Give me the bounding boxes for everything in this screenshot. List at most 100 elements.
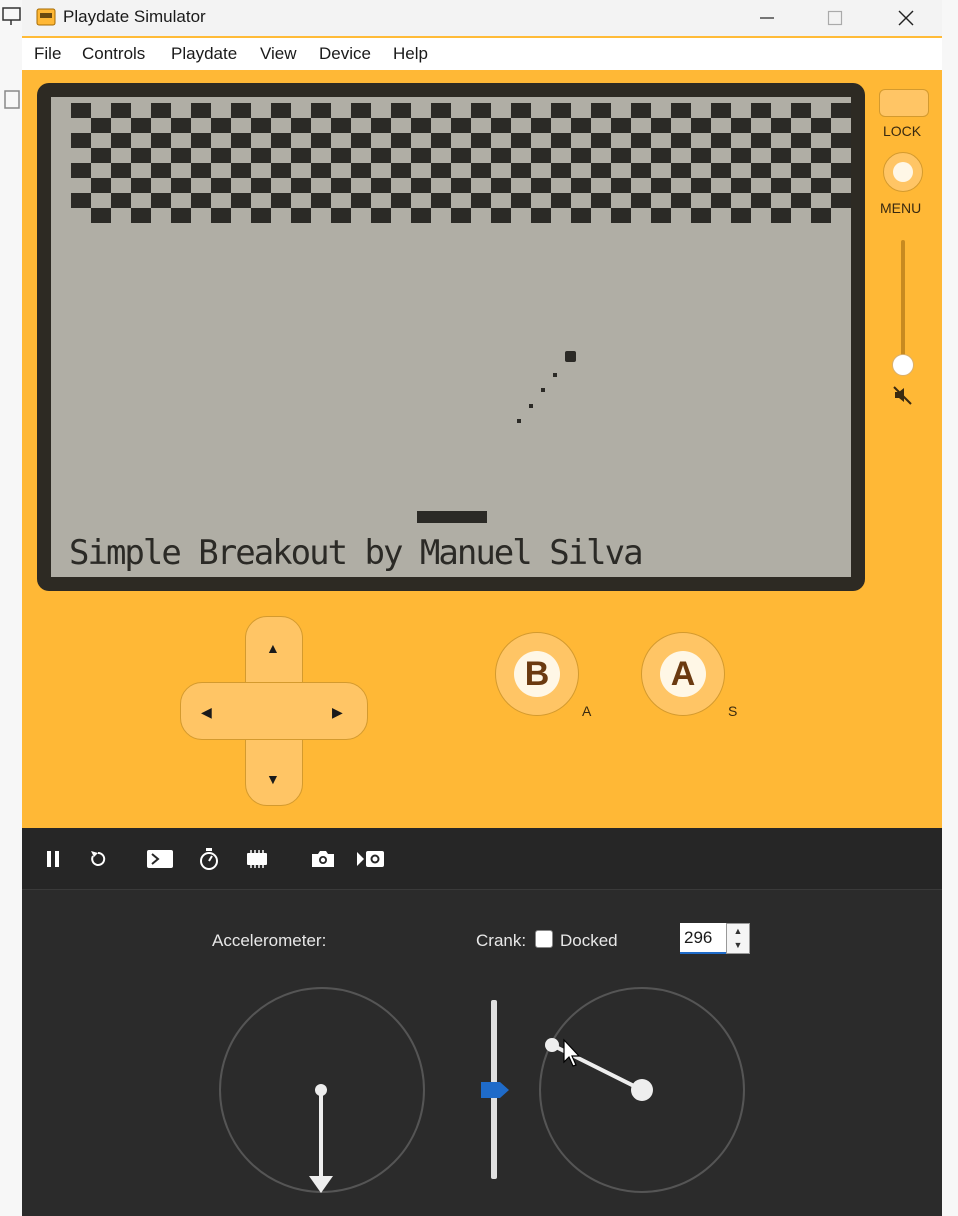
brick	[331, 178, 351, 193]
stopwatch-icon	[200, 848, 218, 870]
a-button-key-hint: S	[728, 703, 738, 719]
crank-speed-slider-thumb[interactable]	[480, 1081, 510, 1099]
brick	[331, 208, 351, 223]
volume-slider[interactable]	[901, 240, 905, 364]
brick	[611, 208, 631, 223]
brick	[691, 118, 711, 133]
brick	[311, 133, 331, 148]
spin-up-icon[interactable]: ▲	[727, 924, 749, 938]
menu-playdate[interactable]: Playdate	[171, 44, 237, 64]
minimize-icon	[760, 17, 774, 19]
crank-angle-spinner[interactable]: ▲ ▼	[726, 923, 750, 954]
brick	[71, 133, 91, 148]
brick	[151, 163, 171, 178]
game-screen[interactable]: Simple Breakout by Manuel Silva	[51, 97, 851, 577]
brick	[391, 133, 411, 148]
brick	[751, 103, 771, 118]
brick	[411, 118, 431, 133]
crank-angle-input[interactable]: 296	[680, 923, 726, 954]
screenshot-button[interactable]	[308, 845, 338, 873]
screenshot-icon	[312, 851, 334, 867]
brick	[111, 133, 131, 148]
brick	[811, 178, 831, 193]
brick	[651, 178, 671, 193]
record-video-icon	[357, 851, 384, 867]
dpad-up-button[interactable]: ▲	[266, 640, 280, 656]
dpad-down-button[interactable]: ▼	[266, 771, 280, 787]
ball-trail	[541, 388, 545, 392]
brick	[551, 163, 571, 178]
close-button[interactable]	[883, 0, 929, 36]
brick	[631, 193, 651, 208]
brick	[191, 103, 211, 118]
minimize-button[interactable]	[744, 0, 790, 36]
brick	[711, 193, 731, 208]
ball-trail	[529, 404, 533, 408]
brick	[151, 193, 171, 208]
menu-device[interactable]: Device	[319, 44, 371, 64]
brick	[171, 208, 191, 223]
brick	[351, 193, 371, 208]
volume-slider-thumb[interactable]	[892, 354, 914, 376]
stopwatch-button[interactable]	[196, 845, 222, 873]
brick	[711, 163, 731, 178]
a-button[interactable]: A	[641, 632, 725, 716]
lock-button[interactable]	[879, 89, 929, 117]
ball-trail	[553, 373, 557, 377]
menu-file[interactable]: File	[34, 44, 61, 64]
pause-button[interactable]	[40, 845, 66, 873]
brick	[751, 193, 771, 208]
restart-button[interactable]	[85, 845, 111, 873]
menu-button[interactable]	[883, 152, 923, 192]
crank-handle[interactable]	[545, 1038, 559, 1052]
b-button-key-hint: A	[582, 703, 592, 719]
console-button[interactable]	[144, 845, 176, 873]
brick	[451, 208, 471, 223]
brick	[371, 118, 391, 133]
menu-help[interactable]: Help	[393, 44, 428, 64]
docked-checkbox[interactable]	[535, 930, 553, 948]
b-button[interactable]: B	[495, 632, 579, 716]
spin-down-icon[interactable]: ▼	[727, 938, 749, 952]
brick	[171, 118, 191, 133]
brick	[451, 118, 471, 133]
brick	[631, 163, 651, 178]
brick	[791, 163, 811, 178]
brick	[751, 133, 771, 148]
device-memory-button[interactable]	[243, 845, 271, 873]
dpad-left-button[interactable]: ◀	[201, 704, 212, 721]
record-video-button[interactable]	[355, 845, 387, 873]
brick	[491, 118, 511, 133]
accelerometer-label: Accelerometer:	[212, 931, 327, 950]
brick	[731, 148, 751, 163]
brick	[211, 208, 231, 223]
menu-controls[interactable]: Controls	[82, 44, 145, 64]
brick	[631, 103, 651, 118]
brick	[211, 118, 231, 133]
brick	[291, 118, 311, 133]
brick	[231, 103, 251, 118]
muted-speaker-icon[interactable]	[892, 384, 914, 406]
brick	[91, 148, 111, 163]
maximize-button[interactable]	[812, 0, 858, 36]
menu-view[interactable]: View	[260, 44, 297, 64]
brick	[771, 118, 791, 133]
brick	[771, 208, 791, 223]
brick	[471, 133, 491, 148]
crank-label: Crank:	[476, 931, 527, 950]
brick	[211, 178, 231, 193]
crank-dial[interactable]	[538, 986, 746, 1198]
console-icon	[147, 850, 173, 868]
brick	[251, 118, 271, 133]
brick	[191, 193, 211, 208]
ball	[565, 351, 576, 362]
menu-label: MENU	[880, 200, 922, 216]
brick	[331, 118, 351, 133]
accelerometer-handle[interactable]	[315, 1084, 327, 1096]
brick	[711, 103, 731, 118]
dpad-right-button[interactable]: ▶	[332, 704, 343, 721]
ball-trail	[517, 419, 521, 423]
brick	[271, 193, 291, 208]
accelerometer-dial[interactable]	[218, 986, 426, 1198]
brick	[271, 103, 291, 118]
